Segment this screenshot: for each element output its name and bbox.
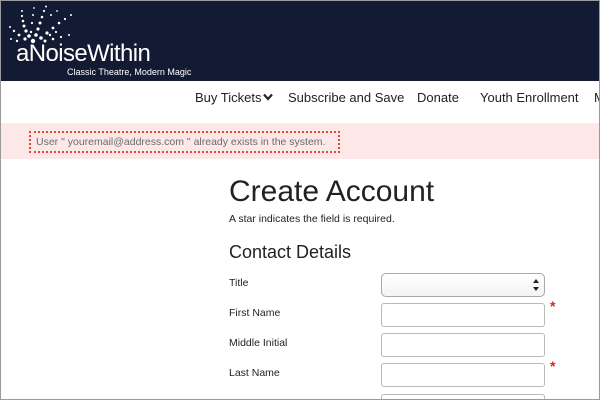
middle-initial-label: Middle Initial [229, 337, 288, 349]
chevron-down-icon [263, 92, 274, 104]
first-name-label: First Name [229, 307, 281, 319]
next-field-input[interactable] [381, 394, 545, 399]
nav-item-subscribe[interactable]: Subscribe and Save [288, 90, 404, 105]
required-star: * [550, 298, 556, 314]
title-label: Title [229, 277, 249, 289]
logo-tagline: Classic Theatre, Modern Magic [67, 67, 192, 77]
site-header: aNoiseWithin Classic Theatre, Modern Mag… [1, 1, 599, 81]
middle-initial-input[interactable] [381, 333, 545, 357]
nav-item-more[interactable]: M [594, 90, 599, 105]
title-select[interactable] [381, 273, 545, 297]
browser-viewport: aNoiseWithin Classic Theatre, Modern Mag… [0, 0, 600, 400]
main-nav: Buy Tickets Subscribe and Save Donate Yo… [1, 81, 599, 115]
last-name-input[interactable] [381, 363, 545, 387]
required-star: * [550, 358, 556, 374]
logo-wordmark: aNoiseWithin [16, 40, 151, 67]
required-note: A star indicates the field is required. [229, 213, 395, 225]
nav-item-label: Buy Tickets [195, 90, 262, 105]
page-title: Create Account [229, 175, 435, 208]
section-title-contact-details: Contact Details [229, 242, 352, 262]
site-logo[interactable]: aNoiseWithin Classic Theatre, Modern Mag… [7, 5, 197, 77]
nav-item-youth-enrollment[interactable]: Youth Enrollment [480, 90, 579, 105]
select-arrows-icon [532, 277, 540, 293]
last-name-label: Last Name [229, 367, 280, 379]
error-message: User " youremail@address.com " already e… [29, 131, 340, 153]
error-alert-bar: User " youremail@address.com " already e… [1, 123, 599, 159]
nav-item-buy-tickets[interactable]: Buy Tickets [195, 90, 274, 105]
nav-item-donate[interactable]: Donate [417, 90, 459, 105]
first-name-input[interactable] [381, 303, 545, 327]
logo-spark-icon [9, 5, 72, 44]
